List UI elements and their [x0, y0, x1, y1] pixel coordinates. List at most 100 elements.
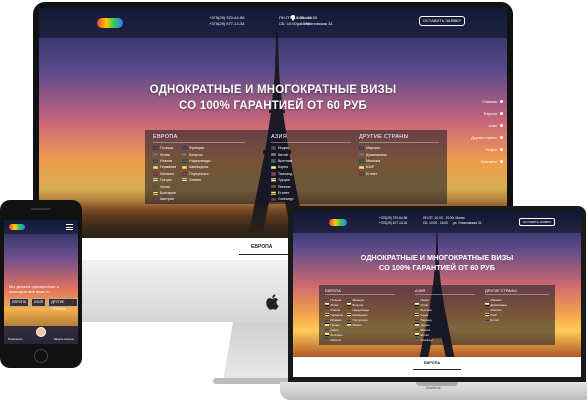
mobile-europe-button[interactable]: ЕВРОПА	[9, 298, 30, 307]
device-mockup-scene: +375(29) 370-64-56 +375(29) 677-13-34 ПН…	[0, 0, 587, 414]
other-heading[interactable]: ДРУГИЕ СТРАНЫ	[359, 134, 439, 143]
flag-icon	[347, 318, 352, 321]
flag-icon	[153, 197, 158, 202]
country-label: Испания	[160, 171, 175, 176]
tab-underline	[413, 369, 461, 370]
hero-headline: ОДНОКРАТНЫЕ И МНОГОКРАТНЫЕ ВИЗЫ СО 100% …	[39, 82, 507, 114]
country-label: Латвия	[189, 178, 201, 183]
site-logo[interactable]	[9, 224, 25, 230]
leave-request-button[interactable]: ОСТАВИТЬ ЗАЯВКУ	[519, 218, 555, 226]
mobile-asia-button[interactable]: АЗИЯ	[31, 298, 47, 307]
other-heading[interactable]: ДРУГИЕ СТРАНЫ	[485, 289, 549, 295]
flag-icon	[415, 298, 419, 301]
nav-dot-icon[interactable]	[500, 136, 503, 139]
phone-number-2[interactable]: +375(29) 677-13-34	[379, 221, 407, 226]
country-label: Бельгия	[352, 302, 364, 307]
nav-dot-icon[interactable]	[500, 112, 503, 115]
leave-request-button[interactable]: ОСТАВИТЬ ЗАЯВКУ	[419, 16, 465, 26]
side-nav-item[interactable]: Контакты	[461, 160, 497, 172]
flag-icon	[347, 308, 352, 311]
country-label: Япония	[420, 327, 431, 332]
header-hours: ПН-ПТ: 10:00 - 19:00 СБ: 10:00 - 16:00	[423, 216, 453, 226]
side-nav-item[interactable]: Главная	[461, 100, 497, 112]
flag-icon	[325, 318, 329, 321]
country-label: Греция	[160, 178, 172, 183]
country-label: Турция	[278, 178, 290, 183]
countries-panel: ЕВРОПА Польша Литва Италия Германия Испания Г…	[319, 285, 555, 345]
country-item[interactable]: Сингапур	[415, 337, 475, 342]
flag-icon	[325, 308, 329, 311]
phone-number-2[interactable]: +375(29) 677-13-34	[209, 21, 244, 27]
mobile-other-countries-button[interactable]: ДРУГИЕ СТРАНЫ	[48, 298, 78, 311]
country-item[interactable]: Египет	[359, 171, 439, 177]
europe-heading[interactable]: ЕВРОПА	[153, 134, 245, 143]
side-nav-item[interactable]: Другие страны	[461, 136, 497, 148]
country-item[interactable]: Латвия	[347, 322, 369, 327]
flag-icon	[415, 323, 419, 326]
side-nav-item[interactable]: Азия	[461, 124, 497, 136]
country-item[interactable]: Австрия	[153, 196, 176, 202]
country-label: Болгария	[330, 332, 343, 337]
country-label: Таиланд	[278, 171, 293, 176]
country-label: Корея	[278, 165, 289, 170]
asia-heading[interactable]: АЗИЯ	[271, 134, 351, 143]
europe-heading[interactable]: ЕВРОПА	[325, 289, 395, 295]
asia-heading[interactable]: АЗИЯ	[415, 289, 475, 295]
flag-icon	[325, 328, 329, 331]
country-item[interactable]: Австрия	[325, 337, 343, 342]
site-logo[interactable]	[97, 18, 123, 28]
headline-line-2: СО 100% ГАРАНТИЕЙ ОТ 60 РУБ	[379, 263, 495, 272]
ask-question-link[interactable]: Задать вопрос	[54, 337, 74, 341]
country-label: Латвия	[352, 322, 362, 327]
iphone-device: Мы делаем однократные и многократные виз…	[0, 200, 82, 368]
country-item[interactable]: Сингапур	[271, 196, 351, 202]
mobile-hero-text: Мы делаем однократные и многократные виз…	[9, 284, 73, 294]
side-nav-item[interactable]: Услуги	[461, 148, 497, 160]
flag-icon	[347, 298, 352, 301]
flag-icon	[153, 172, 158, 176]
nav-dot-icon[interactable]	[500, 148, 503, 151]
flag-icon	[347, 313, 352, 316]
nav-dot-icon[interactable]	[500, 124, 503, 127]
flag-icon	[485, 318, 489, 321]
country-label: Япония	[278, 184, 291, 189]
country-label: Турция	[420, 322, 430, 327]
country-item[interactable]: Латвия	[182, 177, 210, 183]
europe-list-left: Польша Литва Италия Германия Испания Греция Че…	[325, 297, 343, 342]
nav-dot-icon[interactable]	[500, 100, 503, 103]
home-button[interactable]	[34, 349, 48, 363]
tab-europe[interactable]: ЕВРОПА	[251, 244, 272, 250]
flag-icon	[485, 308, 489, 311]
country-label: Польша	[160, 146, 174, 151]
location-pin-icon	[291, 15, 295, 21]
hamburger-menu-icon[interactable]	[66, 224, 73, 230]
europe-column: ЕВРОПА Польша Литва Италия Германия Испания Г…	[325, 289, 395, 342]
site-logo[interactable]	[329, 219, 347, 226]
countries-panel: ЕВРОПА Польша Литва Италия Германия Испания Г…	[145, 130, 447, 204]
flag-icon	[359, 159, 364, 163]
headline-line-1: ОДНОКРАТНЫЕ И МНОГОКРАТНЫЕ ВИЗЫ	[149, 84, 397, 96]
country-label: Доминикана	[366, 152, 387, 157]
tab-europe[interactable]: ЕВРОПА	[424, 361, 440, 365]
country-label: Германия	[330, 312, 344, 317]
call-link[interactable]: Позвонить	[8, 337, 23, 341]
address-street: ул. Ульяновская 31	[297, 21, 333, 26]
tabs-bar	[293, 357, 581, 377]
country-label: Чехия	[330, 327, 339, 332]
country-label: Корея	[420, 312, 429, 317]
macbook-screen: +375(29) 370-64-56 +375(29) 677-13-34 ПН…	[293, 211, 581, 377]
side-nav-item[interactable]: Европа	[461, 112, 497, 124]
header-address: г. Минск ул. Ульяновская 31	[453, 216, 481, 226]
nav-dot-icon[interactable]	[500, 160, 503, 163]
flag-icon	[271, 159, 276, 163]
flag-icon	[325, 303, 329, 306]
header-address: г. Минск ул. Ульяновская 31	[297, 15, 333, 27]
consultant-avatar[interactable]	[36, 327, 46, 337]
flag-icon	[415, 313, 419, 316]
flag-icon	[325, 298, 329, 301]
country-label: Египет	[366, 171, 378, 176]
flag-icon	[271, 184, 276, 189]
flag-icon	[485, 313, 489, 316]
country-item[interactable]: Египет	[485, 317, 549, 322]
flag-icon	[271, 146, 276, 150]
